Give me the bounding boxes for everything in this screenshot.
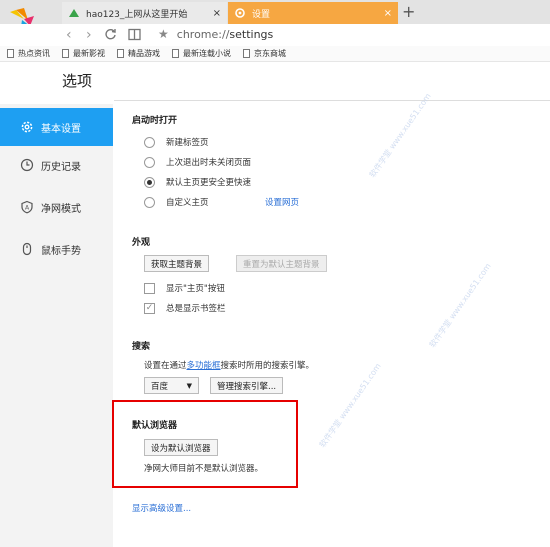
watermark: 软件学堂 www.xue51.com (427, 261, 493, 350)
address-bar[interactable]: ★ chrome://settings (158, 27, 273, 41)
section-title-default-browser: 默认浏览器 (132, 421, 178, 431)
bookmark-item[interactable]: 最新连载小说 (172, 48, 231, 59)
radio-button[interactable] (144, 196, 155, 208)
sidebar-item-label: 历史记录 (41, 161, 81, 173)
tab-bar: hao123_上网从这里开始 × 设置 × + (0, 0, 550, 38)
sidebar-item-label: 基本设置 (41, 123, 81, 135)
section-title-appearance: 外观 (132, 238, 151, 248)
sidebar-item-label: 净网模式 (41, 203, 81, 215)
forward-arrow-icon[interactable]: › (86, 27, 92, 43)
back-arrow-icon[interactable]: ‹ (66, 27, 72, 43)
checkbox[interactable] (144, 282, 155, 294)
gear-icon (235, 8, 245, 18)
gear-icon (21, 121, 33, 133)
close-icon[interactable]: × (213, 8, 221, 19)
shield-icon: A (21, 200, 33, 214)
bookmark-item[interactable]: 京东商城 (243, 48, 286, 59)
radio-button[interactable] (144, 136, 155, 148)
checkbox-label: 总是显示书签栏 (166, 304, 226, 314)
url-host: settings (229, 27, 274, 41)
mouse-icon (22, 242, 32, 256)
radio-option-restore-session[interactable]: 上次退出时未关闭页面 (144, 156, 251, 168)
bookmark-label: 最新连载小说 (183, 49, 231, 58)
sidebar-item-clean-mode[interactable]: A 净网模式 (0, 188, 113, 226)
get-theme-button[interactable]: 获取主题背景 (144, 255, 210, 272)
manage-search-engines-button[interactable]: 管理搜索引擎... (210, 377, 284, 394)
svg-text:A: A (25, 205, 30, 212)
bookmark-item[interactable]: 最新影视 (62, 48, 105, 59)
set-default-browser-button[interactable]: 设为默认浏览器 (144, 439, 218, 456)
bookmark-label: 最新影视 (73, 49, 105, 58)
bookmark-item[interactable]: 热点资讯 (7, 48, 50, 59)
reload-icon[interactable] (104, 28, 117, 41)
search-description: 设置在通过多功能框搜索时所用的搜索引擎。 (144, 359, 314, 371)
section-title-startup: 启动时打开 (132, 116, 178, 126)
radio-option-custom-homepage[interactable]: 自定义主页 (144, 196, 209, 208)
bookmarks-bar: 热点资讯 最新影视 精品游戏 最新连载小说 京东商城 (0, 46, 550, 62)
radio-label: 默认主页更安全更快速 (166, 178, 252, 188)
bookmark-label: 京东商城 (254, 49, 286, 58)
new-tab-button[interactable]: + (402, 2, 415, 22)
page-title: 选项 (62, 72, 93, 90)
show-advanced-settings-link[interactable]: 显示高级设置... (132, 502, 191, 514)
radio-option-default-homepage[interactable]: 默认主页更安全更快速 (144, 176, 251, 188)
clock-icon (20, 158, 34, 172)
radio-button[interactable] (144, 156, 155, 168)
watermark: 软件学堂 www.xue51.com (317, 361, 383, 450)
watermark: 软件学堂 www.xue51.com (367, 91, 433, 180)
toolbar: ‹ › ★ chrome://settings (0, 24, 550, 46)
tab-hao123[interactable]: hao123_上网从这里开始 × (62, 2, 227, 24)
checkbox-label: 显示"主页"按钮 (166, 284, 225, 294)
radio-label: 新建标签页 (166, 138, 209, 148)
reset-theme-button[interactable]: 重置为默认主题背景 (236, 255, 327, 272)
search-engine-value: 百度 (151, 381, 169, 392)
omnibox-link[interactable]: 多功能框 (187, 361, 221, 371)
radio-label: 上次退出时未关闭页面 (166, 158, 252, 168)
tab-label: hao123_上网从这里开始 (86, 9, 188, 20)
sidebar-item-history[interactable]: 历史记录 (0, 146, 113, 184)
url-scheme: chrome:// (176, 27, 230, 41)
set-pages-link[interactable]: 设置网页 (265, 196, 299, 208)
default-browser-status: 净网大师目前不是默认浏览器。 (144, 464, 264, 474)
checkbox-checked[interactable]: ✓ (144, 302, 155, 314)
reading-mode-icon[interactable] (128, 28, 141, 41)
tab-settings[interactable]: 设置 × (228, 2, 398, 24)
sidebar-item-basic-settings[interactable]: 基本设置 (0, 108, 113, 146)
radio-label: 自定义主页 (166, 198, 209, 208)
page-icon (62, 49, 69, 58)
section-title-search: 搜索 (132, 342, 151, 352)
bookmark-label: 热点资讯 (18, 49, 50, 58)
divider (114, 100, 550, 101)
search-desc-text: 搜索时所用的搜索引擎。 (220, 361, 315, 371)
bookmark-star-icon[interactable]: ★ (158, 27, 169, 41)
show-home-button-option[interactable]: 显示"主页"按钮 (144, 282, 225, 294)
sidebar: 基本设置 历史记录 A 净网模式 鼠标手势 (0, 104, 113, 547)
hao123-favicon-icon (69, 9, 79, 17)
dropdown-arrow-icon: ▼ (186, 381, 192, 390)
page-icon (117, 49, 124, 58)
bookmark-label: 精品游戏 (128, 49, 160, 58)
sidebar-item-mouse-gestures[interactable]: 鼠标手势 (0, 230, 113, 268)
show-bookmarks-bar-option[interactable]: ✓ 总是显示书签栏 (144, 302, 226, 314)
bookmark-item[interactable]: 精品游戏 (117, 48, 160, 59)
page-icon (243, 49, 250, 58)
tab-label: 设置 (252, 9, 271, 20)
page-icon (172, 49, 179, 58)
radio-button-selected[interactable] (144, 176, 155, 188)
sidebar-item-label: 鼠标手势 (41, 245, 81, 257)
search-engine-select[interactable]: 百度 ▼ (144, 377, 199, 394)
close-icon[interactable]: × (384, 8, 392, 19)
search-desc-text: 设置在通过 (144, 361, 187, 371)
radio-option-new-tab[interactable]: 新建标签页 (144, 136, 209, 148)
page-icon (7, 49, 14, 58)
